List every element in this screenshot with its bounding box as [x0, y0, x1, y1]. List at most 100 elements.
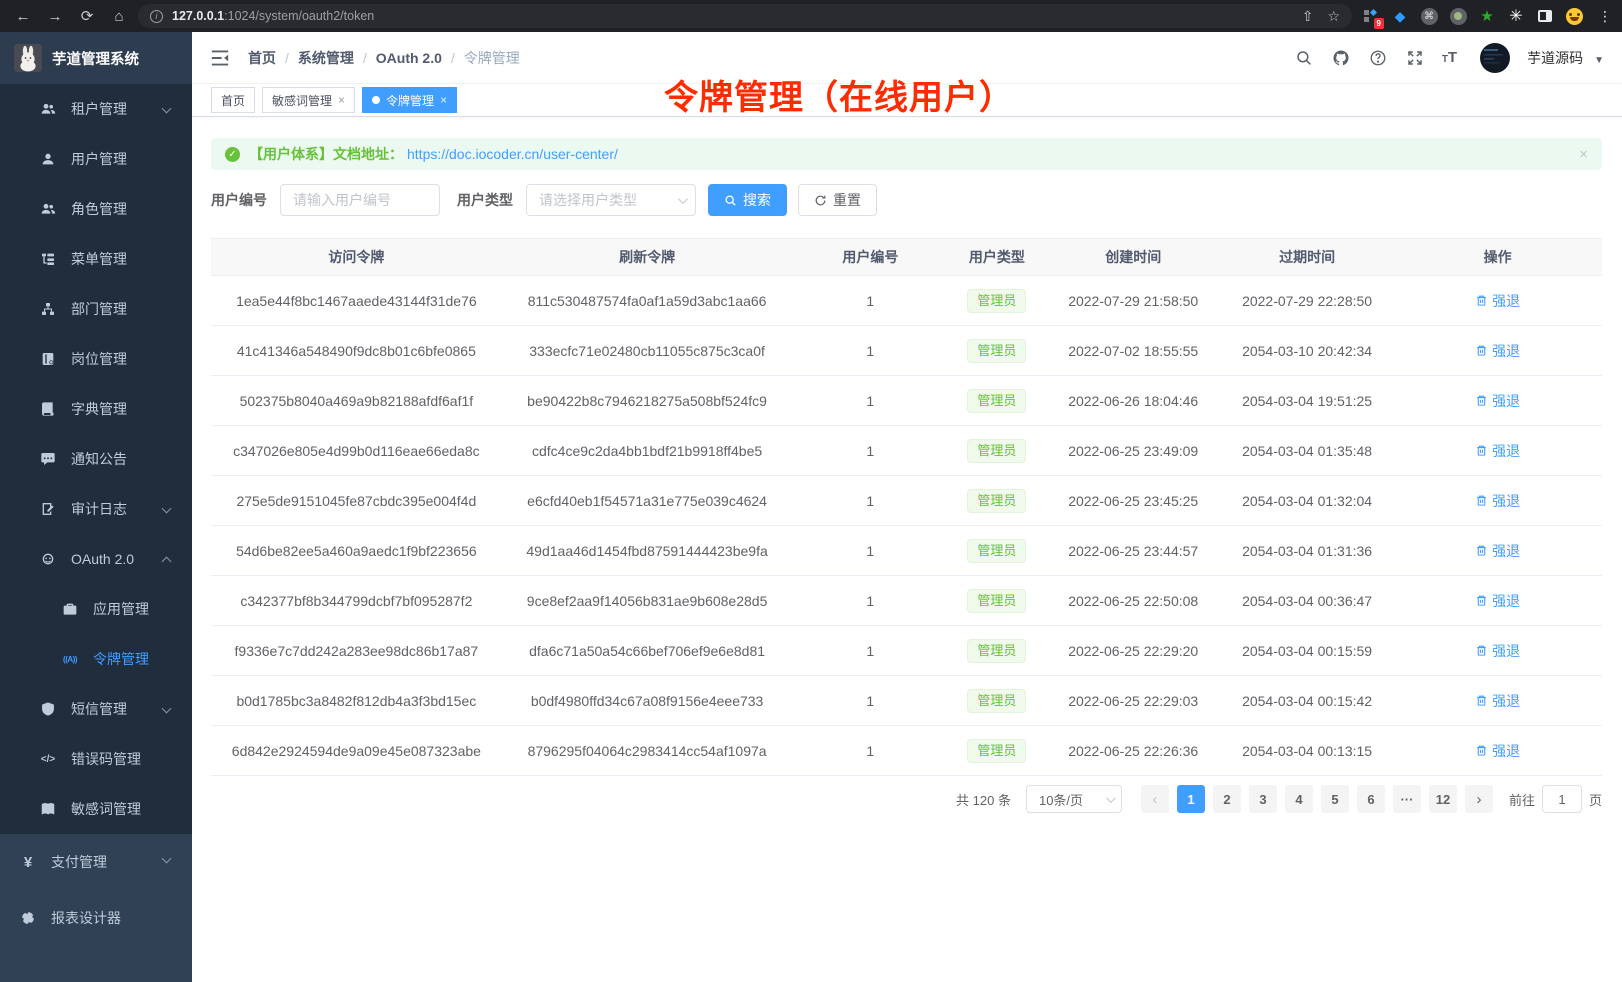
force-logout-button[interactable]: 强退 [1475, 591, 1520, 611]
user-type-select[interactable]: 请选择用户类型 [526, 184, 696, 216]
force-logout-button[interactable]: 强退 [1475, 341, 1520, 361]
search-icon[interactable] [1294, 48, 1314, 68]
force-logout-button[interactable]: 强退 [1475, 641, 1520, 661]
reset-button[interactable]: 重置 [798, 184, 877, 216]
sidebar-item-oauth-token[interactable]: ((A)) 令牌管理 [0, 634, 192, 684]
force-logout-button[interactable]: 强退 [1475, 391, 1520, 411]
delete-icon [1475, 744, 1488, 757]
sidebar-item-label: 岗位管理 [71, 349, 127, 369]
prev-page-button[interactable]: ‹ [1141, 785, 1169, 813]
sidebar-item-dept[interactable]: 部门管理 [0, 284, 192, 334]
sidebar-item-sensitive-word[interactable]: 敏感词管理 [0, 784, 192, 834]
sidebar-toggle-icon[interactable] [210, 49, 230, 67]
tab-token[interactable]: 令牌管理 × [362, 87, 457, 113]
sidebar-item-label: 短信管理 [71, 699, 127, 719]
tab-sensitive-word[interactable]: 敏感词管理 × [262, 87, 355, 113]
page-button-1[interactable]: 1 [1177, 785, 1205, 813]
tab-home[interactable]: 首页 [211, 87, 255, 113]
sidebar-item-tenant[interactable]: 租户管理 [0, 84, 192, 134]
access-token-cell: c342377bf8b344799dcbf7bf095287f2 [211, 576, 502, 626]
close-icon[interactable]: × [440, 93, 447, 107]
table-row: c347026e805e4d99b0d116eae66eda8c cdfc4ce… [211, 426, 1602, 476]
browser-home-icon[interactable]: ⌂ [106, 3, 132, 29]
sidebar: 芋道管理系统 租户管理 用户管理 角色管理 菜单管理 部门管理 [0, 32, 192, 982]
doc-link[interactable]: https://doc.iocoder.cn/user-center/ [407, 146, 618, 162]
browser-back-icon[interactable]: ← [10, 3, 36, 29]
breadcrumb-system[interactable]: 系统管理 [298, 48, 354, 68]
browser-sidepanel-icon[interactable] [1536, 7, 1554, 25]
sidebar-item-notice[interactable]: 通知公告 [0, 434, 192, 484]
caret-down-icon[interactable]: ▼ [1594, 49, 1604, 66]
sidebar-item-label: 字典管理 [71, 399, 127, 419]
alert-close-icon[interactable]: × [1579, 146, 1588, 163]
col-access-token: 访问令牌 [211, 239, 502, 276]
search-button[interactable]: 搜索 [708, 184, 787, 216]
share-icon[interactable]: ⇧ [1302, 8, 1314, 25]
page-button-12[interactable]: 12 [1429, 785, 1457, 813]
expire-time-cell: 2054-03-04 00:13:15 [1221, 726, 1393, 776]
sidebar-item-label: 报表设计器 [51, 908, 121, 928]
page-button-2[interactable]: 2 [1213, 785, 1241, 813]
page-button-3[interactable]: 3 [1249, 785, 1277, 813]
browser-reload-icon[interactable]: ⟳ [74, 3, 100, 29]
sidebar-item-label: 应用管理 [93, 599, 149, 619]
more-pages-button[interactable]: ··· [1393, 785, 1421, 813]
font-size-icon[interactable]: TT [1442, 49, 1457, 66]
sidebar-item-dict[interactable]: 字典管理 [0, 384, 192, 434]
extension-record-icon[interactable] [1449, 7, 1467, 25]
sidebar-item-menu[interactable]: 菜单管理 [0, 234, 192, 284]
sidebar-item-report-designer[interactable]: 报表设计器 [0, 890, 192, 946]
user-avatar[interactable] [1480, 43, 1510, 73]
goto-page-input[interactable] [1542, 785, 1582, 813]
force-logout-button[interactable]: 强退 [1475, 441, 1520, 461]
page-button-4[interactable]: 4 [1285, 785, 1313, 813]
pagination: 共 120 条 10条/页 ‹ 1 2 3 4 5 6 ··· 12 › 前往 … [211, 785, 1602, 813]
sidebar-item-sms[interactable]: 短信管理 [0, 684, 192, 734]
force-logout-button[interactable]: 强退 [1475, 541, 1520, 561]
username-label[interactable]: 芋道源码 [1527, 48, 1583, 68]
sidebar-item-oauth[interactable]: OAuth 2.0 [0, 534, 192, 584]
delete-icon [1475, 344, 1488, 357]
extension-command-icon[interactable]: ⌘ [1420, 7, 1438, 25]
browser-menu-icon[interactable]: ⋮ [1598, 8, 1612, 25]
sidebar-item-audit-log[interactable]: 审计日志 [0, 484, 192, 534]
force-logout-button[interactable]: 强退 [1475, 741, 1520, 761]
extension-blocks-icon[interactable]: 9 [1362, 7, 1380, 25]
address-bar[interactable]: i 127.0.0.1:1024/system/oauth2/token ⇧ ☆ [138, 4, 1352, 28]
table-row: b0d1785bc3a8482f812db4a3f3bd15ec b0df498… [211, 676, 1602, 726]
sidebar-item-pay[interactable]: ¥ 支付管理 [0, 834, 192, 890]
help-icon[interactable] [1368, 48, 1388, 68]
sidebar-item-role[interactable]: 角色管理 [0, 184, 192, 234]
menu-tree-icon [40, 251, 56, 267]
force-logout-label: 强退 [1492, 641, 1520, 661]
fullscreen-icon[interactable] [1405, 48, 1425, 68]
bookmark-star-icon[interactable]: ☆ [1327, 8, 1340, 25]
extension-flower-icon[interactable]: ✳ [1507, 7, 1525, 25]
profile-avatar-icon[interactable] [1565, 7, 1583, 25]
github-icon[interactable] [1331, 48, 1351, 68]
app-logo[interactable]: 芋道管理系统 [0, 32, 192, 84]
create-time-cell: 2022-07-02 18:55:55 [1046, 326, 1221, 376]
user-type-badge: 管理员 [967, 339, 1026, 363]
sidebar-item-oauth-app[interactable]: 应用管理 [0, 584, 192, 634]
breadcrumb-home[interactable]: 首页 [248, 48, 276, 68]
breadcrumb-oauth[interactable]: OAuth 2.0 [376, 50, 442, 66]
site-info-icon[interactable]: i [150, 10, 163, 23]
user-id-input[interactable] [280, 184, 440, 216]
page-button-5[interactable]: 5 [1321, 785, 1349, 813]
next-page-button[interactable]: › [1465, 785, 1493, 813]
force-logout-button[interactable]: 强退 [1475, 291, 1520, 311]
extension-star-icon[interactable]: ★ [1478, 7, 1496, 25]
sidebar-item-post[interactable]: 岗位管理 [0, 334, 192, 384]
force-logout-button[interactable]: 强退 [1475, 491, 1520, 511]
extension-gem-icon[interactable]: ◆ [1391, 7, 1409, 25]
close-icon[interactable]: × [338, 93, 345, 107]
browser-forward-icon[interactable]: → [42, 3, 68, 29]
page-button-6[interactable]: 6 [1357, 785, 1385, 813]
active-dot-icon [372, 96, 380, 104]
page-size-select[interactable]: 10条/页 [1026, 785, 1122, 813]
sidebar-item-user[interactable]: 用户管理 [0, 134, 192, 184]
force-logout-button[interactable]: 强退 [1475, 691, 1520, 711]
sidebar-item-error-code[interactable]: </> 错误码管理 [0, 734, 192, 784]
sidebar-item-label: 敏感词管理 [71, 799, 141, 819]
